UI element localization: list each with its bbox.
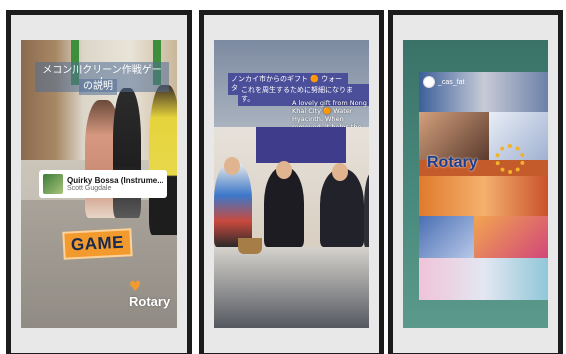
user-handle[interactable]: _cas_fat xyxy=(423,76,464,88)
music-sticker[interactable]: Quirky Bossa (Instrume... Scott Gugdale xyxy=(39,170,167,198)
story-panel-3[interactable]: _cas_fat Rotary xyxy=(388,10,563,354)
bottom-bar xyxy=(393,328,558,353)
bottom-bar xyxy=(11,328,187,353)
music-title: Quirky Bossa (Instrume... xyxy=(67,176,163,185)
story-screen-3: _cas_fat Rotary xyxy=(403,40,548,334)
collage-photo xyxy=(419,258,548,300)
face xyxy=(224,157,240,175)
handle-text: _cas_fat xyxy=(438,78,465,86)
story-screenshots: メコン川クリーン作戦ゲーム の説明 Quirky Bossa (Instrume… xyxy=(0,0,566,354)
bottom-bar xyxy=(204,328,379,353)
collage-photo xyxy=(474,216,548,258)
story-panel-1[interactable]: メコン川クリーン作戦ゲーム の説明 Quirky Bossa (Instrume… xyxy=(6,10,192,354)
music-artist: Scott Gugdale xyxy=(67,185,112,192)
person-yellow-shirt xyxy=(149,85,177,235)
event-photo xyxy=(214,127,369,254)
avatar xyxy=(423,76,435,88)
basket-gift xyxy=(238,238,262,254)
collage-photo xyxy=(419,176,548,216)
story-screen-1: メコン川クリーン作戦ゲーム の説明 Quirky Bossa (Instrume… xyxy=(21,40,177,334)
album-art-icon xyxy=(43,174,63,194)
person-center xyxy=(264,167,304,247)
rotary-logo: ♥ Rotary xyxy=(129,280,170,309)
story-title-line2: の説明 xyxy=(79,79,117,95)
face xyxy=(332,163,348,181)
game-sticker: GAME xyxy=(62,228,133,260)
rotary-collage-text: Rotary xyxy=(427,154,478,171)
rotary-logo-text: Rotary xyxy=(129,294,171,309)
rotary-wheel-icon xyxy=(495,144,525,174)
person-edge xyxy=(364,173,369,247)
face xyxy=(276,161,292,179)
collage-photo xyxy=(419,216,474,258)
stage-banner xyxy=(256,127,346,163)
photo-collage: _cas_fat Rotary xyxy=(419,72,548,300)
story-screen-2: ノンカイ市からのギフト 🟠 ウォーターヒア これを周生するために努細になります。… xyxy=(214,40,369,334)
story-panel-2[interactable]: ノンカイ市からのギフト 🟠 ウォーターヒア これを周生するために努細になります。… xyxy=(199,10,384,354)
person-adult xyxy=(113,88,141,218)
collage-photo xyxy=(419,112,489,160)
heart-icon: ♥ xyxy=(129,279,142,295)
